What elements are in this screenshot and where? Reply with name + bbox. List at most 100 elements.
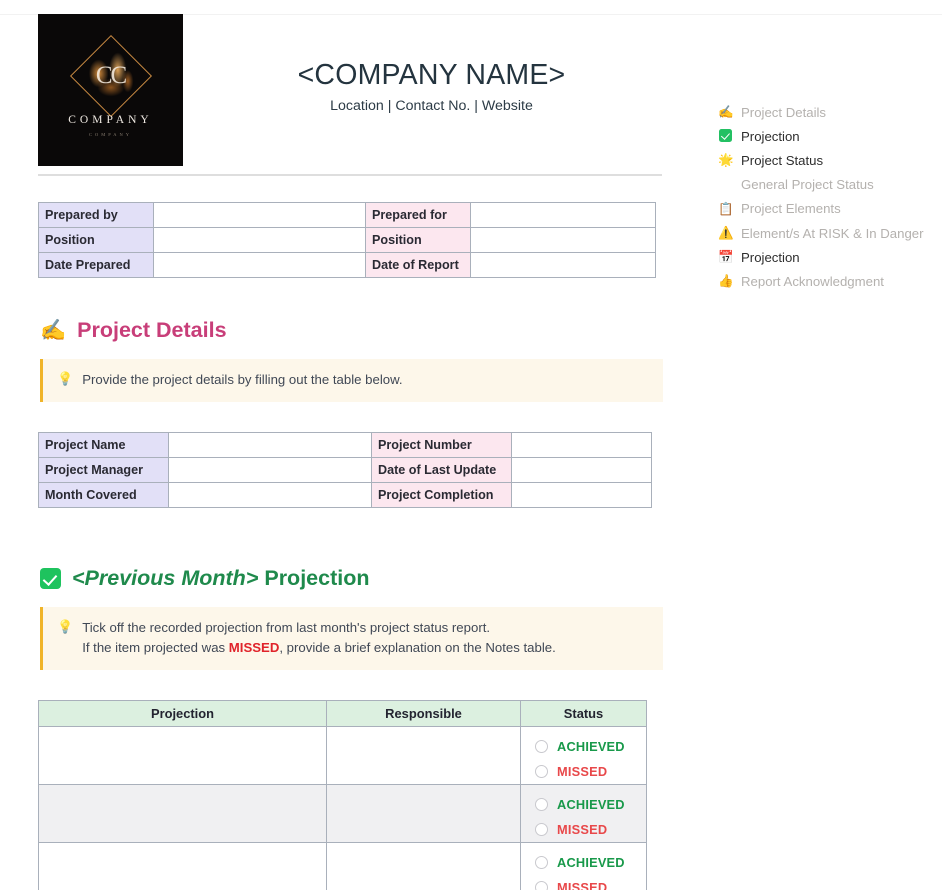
sidebar-item-label: Project Details [741,104,827,120]
writing-hand-icon: ✍️ [40,319,67,342]
cell-status: ACHIEVED MISSED [520,842,647,890]
sidebar-item-report-acknowledgment[interactable]: 👍 Report Acknowledgment [718,269,942,293]
value-date-of-report[interactable] [470,252,656,278]
sidebar-item-project-elements[interactable]: 📋 Project Elements [718,197,942,221]
clipboard-icon: 📋 [718,201,734,216]
cell-status: ACHIEVED MISSED [520,726,647,786]
label-position-left: Position [38,227,154,253]
status-option-achieved[interactable]: ACHIEVED [535,792,646,817]
radio-button-achieved[interactable] [535,740,548,754]
table-row: Project Name Project Number [38,431,652,458]
logo-brand-subtext: COMPANY [88,132,133,137]
status-option-missed[interactable]: MISSED [535,875,646,890]
label-date-of-report: Date of Report [365,252,471,278]
lightbulb-icon: 💡 [57,618,74,634]
table-row: Project Manager Date of Last Update [38,456,652,483]
callout-text-projection: Tick off the recorded projection from la… [82,618,556,659]
column-header-projection: Projection [38,700,327,728]
table-header-row: Projection Responsible Status [38,700,647,728]
status-option-missed[interactable]: MISSED [535,817,646,842]
value-project-name[interactable] [168,431,372,458]
radio-button-missed[interactable] [535,765,548,779]
callout-project-details: 💡 Provide the project details by filling… [40,359,663,402]
label-project-manager: Project Manager [38,456,169,483]
value-month-covered[interactable] [168,481,372,508]
cell-responsible[interactable] [326,842,521,890]
value-project-number[interactable] [511,431,652,458]
label-project-completion: Project Completion [371,481,512,508]
calendar-icon: 📅 [718,249,734,264]
value-position-right[interactable] [470,227,656,253]
table-row: ACHIEVED MISSED [38,842,647,890]
label-project-number: Project Number [371,431,512,458]
value-position-left[interactable] [153,227,366,253]
sidebar-item-project-status[interactable]: 🌟 Project Status [718,148,942,172]
warning-icon: ⚠️ [718,225,734,240]
thumbs-up-icon: 👍 [718,274,734,289]
header-divider [38,174,662,176]
callout-projection: 💡 Tick off the recorded projection from … [40,606,663,671]
label-month-covered: Month Covered [38,481,169,508]
sidebar-item-projection[interactable]: Projection [718,124,942,148]
value-date-of-last-update[interactable] [511,456,652,483]
sidebar-item-projection-2[interactable]: 📅 Projection [718,245,942,269]
section-title-projection: <Previous Month> Projection [72,566,369,591]
page-title: <COMPANY NAME> [297,59,566,91]
cell-projection[interactable] [38,842,327,890]
company-contact-line: Location | Contact No. | Website [330,98,533,115]
prepared-by-table: Prepared by Prepared for Position Positi… [38,202,656,278]
header-title-block: <COMPANY NAME> Location | Contact No. | … [183,14,700,114]
radio-button-achieved[interactable] [535,856,548,870]
section-heading-projection: <Previous Month> Projection [40,566,700,591]
sidebar-item-general-project-status[interactable]: General Project Status [718,173,942,197]
column-header-status: Status [520,700,647,728]
value-prepared-by[interactable] [153,202,366,228]
value-date-prepared[interactable] [153,252,366,278]
label-project-name: Project Name [38,431,169,458]
status-option-achieved[interactable]: ACHIEVED [535,734,646,759]
table-row: ACHIEVED MISSED [38,726,647,786]
check-box-icon [40,567,61,589]
label-date-of-last-update: Date of Last Update [371,456,512,483]
table-row: ACHIEVED MISSED [38,784,647,844]
value-project-completion[interactable] [511,481,652,508]
sparkle-sun-icon: 🌟 [718,153,734,168]
section-title-projection-rest: Projection [258,565,370,590]
cell-projection[interactable] [38,784,327,844]
cell-responsible[interactable] [326,784,521,844]
value-prepared-for[interactable] [470,202,656,228]
sidebar-item-elements-at-risk[interactable]: ⚠️ Element/s At RISK & In Danger [718,221,942,245]
document-body: CC COMPANY COMPANY <COMPANY NAME> Locati… [0,0,700,890]
callout-line-1: Tick off the recorded projection from la… [82,619,491,635]
project-details-table: Project Name Project Number Project Mana… [38,431,652,508]
status-label-achieved: ACHIEVED [557,797,625,813]
status-label-missed: MISSED [557,764,608,780]
sidebar-item-project-details[interactable]: ✍️ Project Details [718,100,942,124]
section-title-project-details: Project Details [77,318,227,342]
status-label-missed: MISSED [557,822,608,838]
outline-navigation: ✍️ Project Details Projection 🌟 Project … [718,100,942,294]
company-logo: CC COMPANY COMPANY [38,14,183,166]
value-project-manager[interactable] [168,456,372,483]
radio-button-missed[interactable] [535,881,548,890]
radio-button-achieved[interactable] [535,798,548,812]
document-page: CC COMPANY COMPANY <COMPANY NAME> Locati… [0,0,942,890]
label-prepared-for: Prepared for [365,202,471,228]
status-option-achieved[interactable]: ACHIEVED [535,850,646,875]
sidebar-item-label: Project Status [741,152,824,168]
sidebar-item-label: Report Acknowledgment [741,273,884,289]
status-label-achieved: ACHIEVED [557,739,625,755]
sidebar-item-label: Project Elements [741,201,841,217]
callout-line-2-post: , provide a brief explanation on the Not… [279,640,556,656]
section-title-projection-month: <Previous Month> [72,565,259,590]
callout-text-project-details: Provide the project details by filling o… [82,372,403,387]
status-option-missed[interactable]: MISSED [535,759,646,784]
projection-table: Projection Responsible Status ACHIEVED M… [38,700,647,890]
cell-projection[interactable] [38,726,327,786]
table-row: Date Prepared Date of Report [38,252,656,278]
column-header-responsible: Responsible [326,700,521,728]
table-row: Position Position [38,227,656,253]
cell-responsible[interactable] [326,726,521,786]
table-row: Prepared by Prepared for [38,202,656,228]
radio-button-missed[interactable] [535,823,548,837]
